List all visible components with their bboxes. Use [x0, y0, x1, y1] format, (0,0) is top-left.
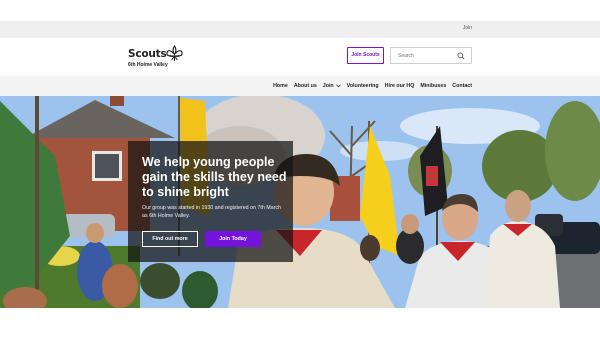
logo-wordmark: Scouts: [128, 48, 167, 60]
main-navigation: Home About us Join Volunteering Hire our…: [0, 76, 600, 96]
nav-item-label: Home: [273, 83, 288, 89]
hero-headline: We help young people gain the skills the…: [142, 155, 287, 199]
logo-group-name: 6th Holme Valley: [128, 62, 168, 68]
search-icon[interactable]: [457, 52, 465, 60]
search-field[interactable]: Search: [390, 47, 472, 64]
nav-item-label: Hire our HQ: [384, 83, 415, 89]
nav-item-home[interactable]: Home: [273, 83, 288, 89]
nav-item-about-us[interactable]: About us: [294, 83, 317, 89]
utility-bar: Join: [0, 21, 600, 38]
site-header: Scouts 6th Holme Valley Join Scouts Sear…: [0, 38, 600, 76]
nav-menu: Home About us Join Volunteering Hire our…: [273, 76, 472, 96]
nav-item-label: About us: [293, 83, 317, 89]
nav-item-volunteering[interactable]: Volunteering: [347, 83, 379, 89]
nav-item-minibuses[interactable]: Minibuses: [420, 83, 446, 89]
search-placeholder: Search: [398, 53, 414, 59]
scouts-logo[interactable]: Scouts 6th Holme Valley: [128, 45, 198, 69]
nav-item-label: Join: [322, 83, 334, 89]
top-strip: [0, 0, 600, 21]
join-today-button[interactable]: Join Today: [205, 231, 261, 247]
utility-join-link[interactable]: Join: [463, 25, 472, 31]
hero-text-panel: We help young people gain the skills the…: [128, 141, 293, 262]
nav-item-contact[interactable]: Contact: [452, 83, 472, 89]
page-bottom: [0, 308, 600, 338]
nav-item-label: Minibuses: [420, 83, 447, 89]
find-out-more-button[interactable]: Find out more: [142, 231, 198, 247]
chevron-down-icon: [335, 84, 341, 88]
hero-photo: [0, 96, 600, 308]
hero-description: Our group was started in 1930 and regist…: [142, 205, 281, 219]
fleur-de-lis-icon: [166, 45, 183, 62]
hero-banner: We help young people gain the skills the…: [0, 96, 600, 308]
nav-item-hire-our-hq[interactable]: Hire our HQ: [385, 83, 415, 89]
nav-item-label: Volunteering: [346, 83, 379, 89]
nav-item-join[interactable]: Join: [323, 83, 341, 89]
nav-item-label: Contact: [452, 83, 472, 89]
join-scouts-button[interactable]: Join Scouts: [347, 47, 384, 64]
